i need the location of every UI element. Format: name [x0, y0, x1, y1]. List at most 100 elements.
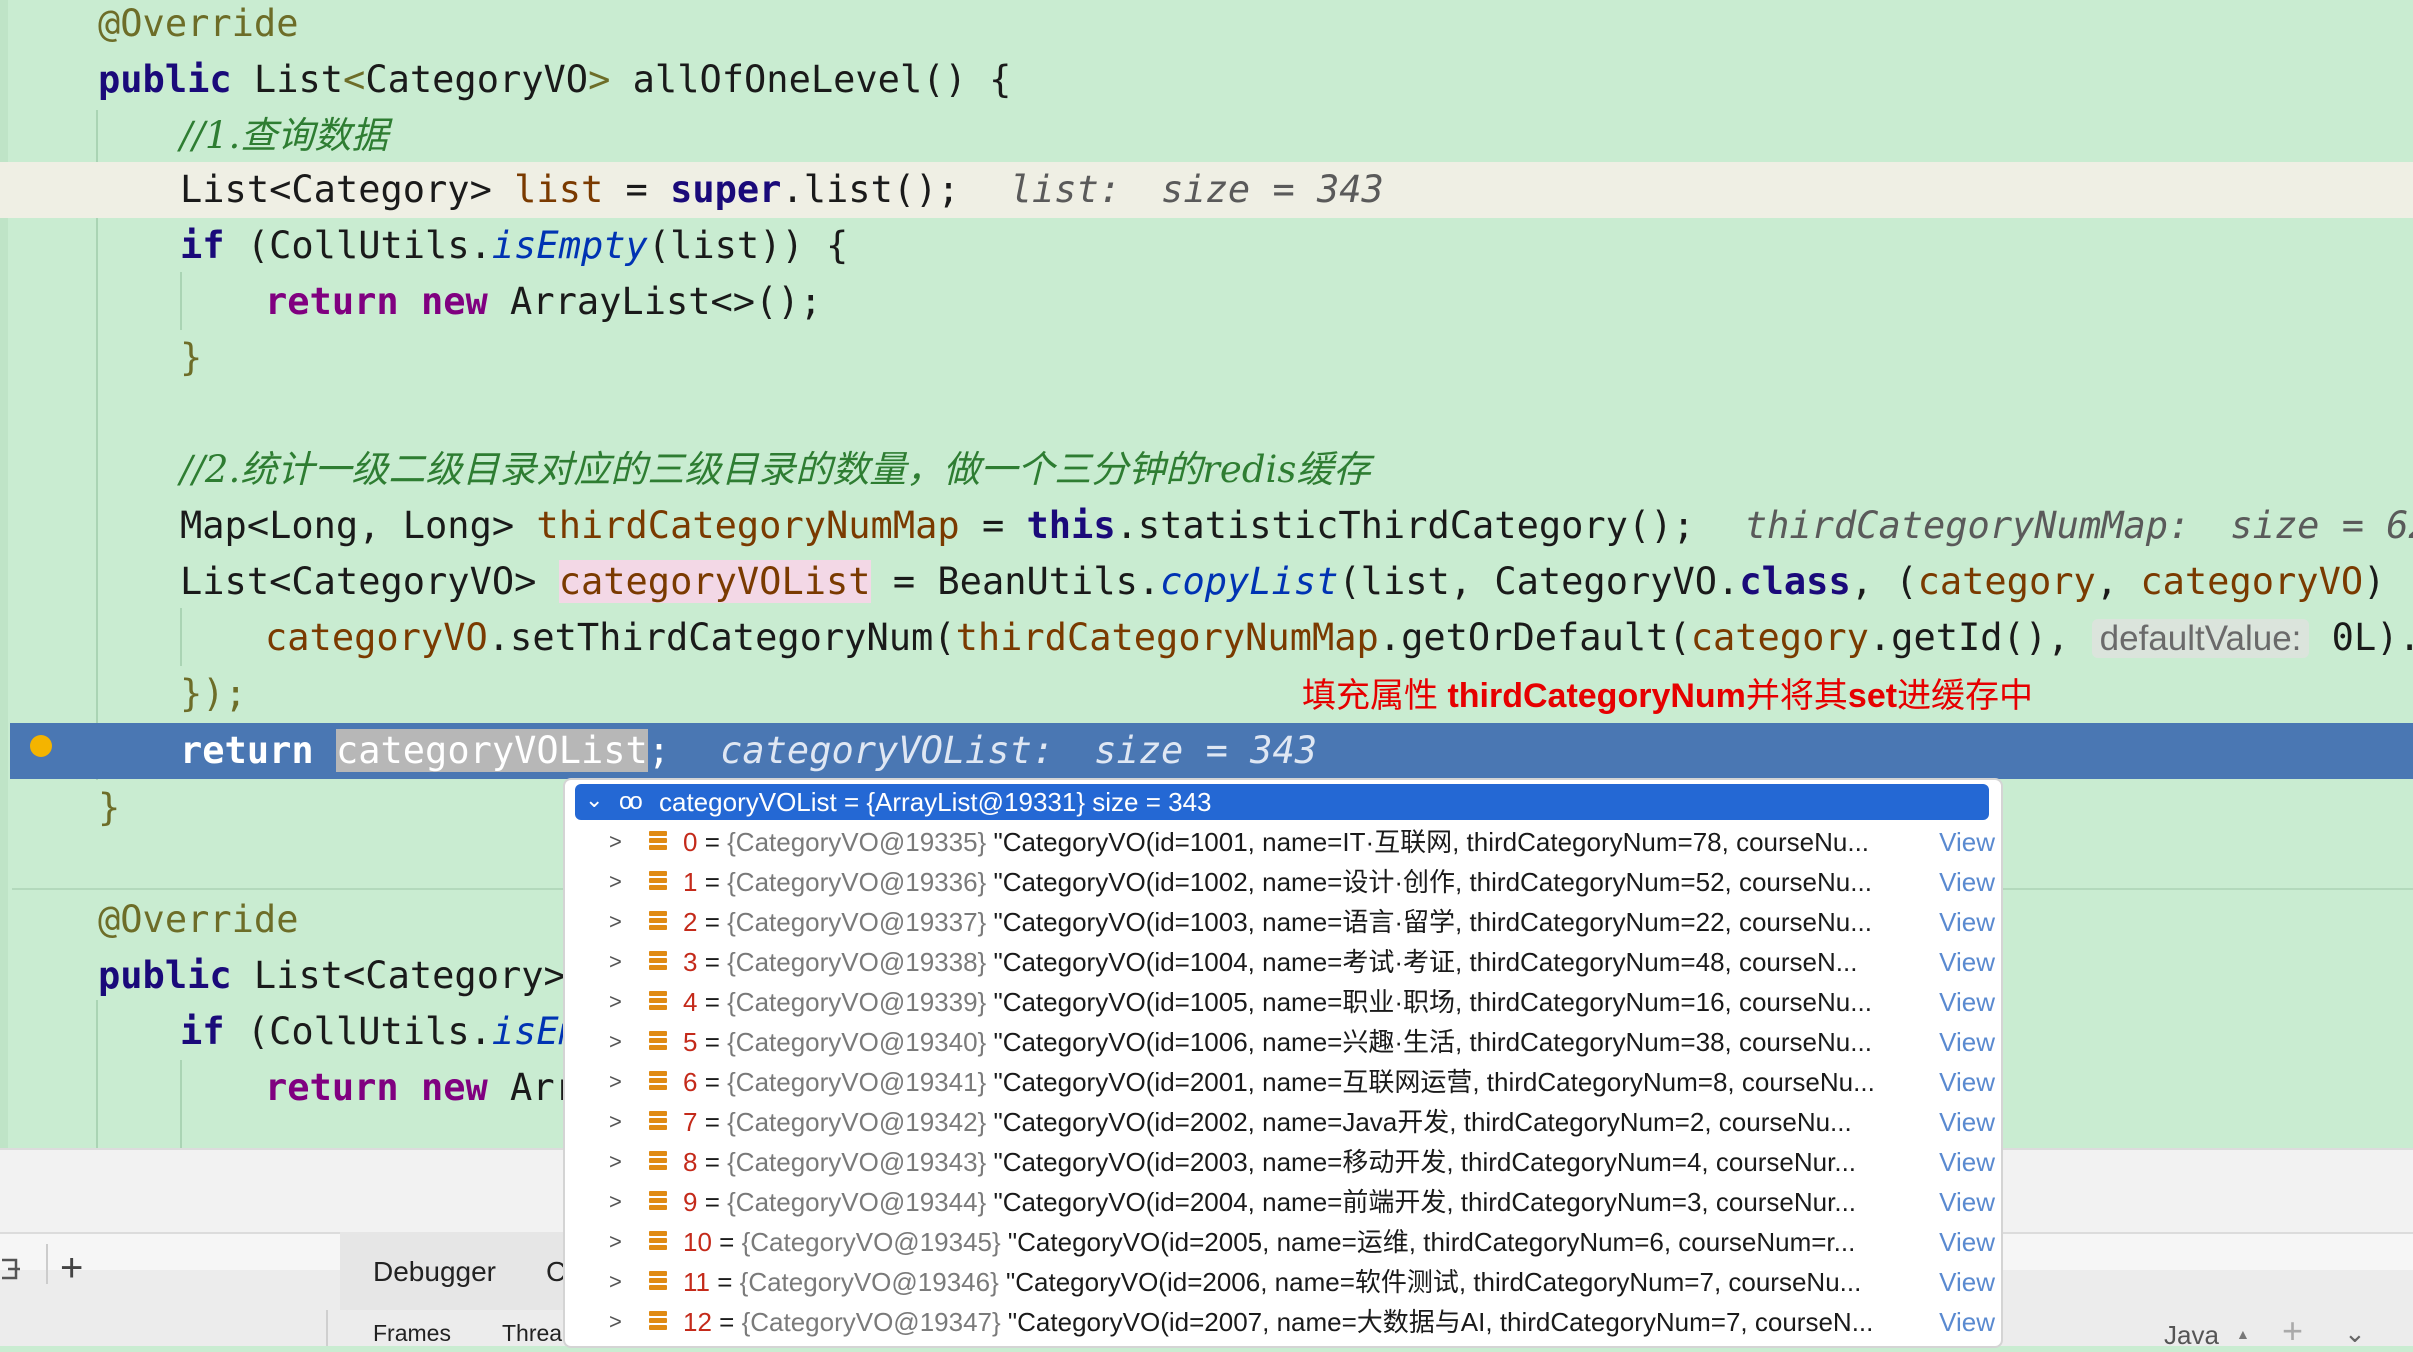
parameter-hint: defaultValue:: [2091, 619, 2310, 658]
chevron-right-icon[interactable]: >: [609, 942, 622, 982]
code-line-13[interactable]: });: [0, 666, 2413, 722]
variable-list: list: [514, 168, 604, 211]
note-text: 进缓存中: [1897, 677, 2034, 715]
keyword-super: super: [670, 168, 782, 211]
list-item-ref: {CategoryVO@19345}: [741, 1227, 1001, 1257]
code-line-2[interactable]: public List<CategoryVO> allOfOneLevel() …: [0, 52, 2413, 108]
add-watch-icon[interactable]: +: [2282, 1310, 2303, 1352]
keyword-return: return: [180, 729, 314, 772]
annotation-override: @Override: [98, 898, 299, 941]
debug-value-popup[interactable]: ⌄ oo categoryVOList = {ArrayList@19331} …: [563, 778, 2003, 1348]
view-link[interactable]: View: [1935, 862, 1995, 902]
chevron-right-icon[interactable]: >: [609, 902, 622, 942]
list-item[interactable]: >2 = {CategoryVO@19337} "CategoryVO(id=1…: [565, 902, 2001, 942]
chevron-down-icon[interactable]: ⌄: [585, 782, 603, 818]
list-item-text: 2 = {CategoryVO@19337} "CategoryVO(id=10…: [683, 907, 1872, 937]
annotation-override: @Override: [98, 2, 299, 45]
view-link[interactable]: View: [1935, 982, 1995, 1022]
code-line-12[interactable]: categoryVO.setThirdCategoryNum(thirdCate…: [0, 610, 2413, 666]
code-text: .getId(),: [1868, 616, 2092, 659]
list-item-text: 0 = {CategoryVO@19335} "CategoryVO(id=10…: [683, 827, 1870, 857]
code-line-1[interactable]: @Override: [0, 0, 2413, 52]
object-field-icon: [649, 1031, 667, 1053]
keyword-public: public: [98, 58, 232, 101]
tab-threads[interactable]: Threa: [502, 1320, 562, 1347]
method-signature: allOfOneLevel() {: [610, 58, 1012, 101]
watch-infinity-icon: oo: [619, 788, 643, 815]
code-line-6[interactable]: return new ArrayList<>();: [0, 274, 2413, 330]
view-link[interactable]: View: [1935, 1302, 1995, 1342]
chevron-down-icon[interactable]: ▲: [2236, 1326, 2250, 1342]
chevron-right-icon[interactable]: >: [609, 822, 622, 862]
list-item[interactable]: >8 = {CategoryVO@19343} "CategoryVO(id=2…: [565, 1142, 2001, 1182]
chevron-down-icon[interactable]: ⌄: [2344, 1318, 2366, 1349]
list-item-value: "CategoryVO(id=1006, name=兴趣·生活, thirdCa…: [993, 1027, 1872, 1057]
list-item-ref: {CategoryVO@19341}: [727, 1067, 987, 1097]
list-item-value: "CategoryVO(id=2007, name=大数据与AI, thirdC…: [1007, 1307, 1874, 1337]
list-item[interactable]: >1 = {CategoryVO@19336} "CategoryVO(id=1…: [565, 862, 2001, 902]
code-line-3[interactable]: //1.查询数据: [0, 108, 2413, 164]
list-item[interactable]: >9 = {CategoryVO@19344} "CategoryVO(id=2…: [565, 1182, 2001, 1222]
keyword-new: new: [420, 280, 488, 323]
list-item[interactable]: >7 = {CategoryVO@19342} "CategoryVO(id=2…: [565, 1102, 2001, 1142]
chevron-right-icon[interactable]: >: [609, 862, 622, 902]
chevron-right-icon[interactable]: >: [609, 1022, 622, 1062]
list-item-ref: {CategoryVO@19347}: [741, 1307, 1001, 1337]
view-link[interactable]: View: [1935, 902, 1995, 942]
list-item[interactable]: >0 = {CategoryVO@19335} "CategoryVO(id=1…: [565, 822, 2001, 862]
list-item[interactable]: >5 = {CategoryVO@19340} "CategoryVO(id=1…: [565, 1022, 2001, 1062]
code-text: =: [959, 504, 1027, 547]
code-text: (list, CategoryVO.: [1338, 560, 1740, 603]
chevron-right-icon[interactable]: >: [609, 1182, 622, 1222]
list-item-value: "CategoryVO(id=1001, name=IT·互联网, thirdC…: [993, 827, 1870, 857]
language-selector[interactable]: Java: [2164, 1320, 2219, 1351]
list-item[interactable]: >12 = {CategoryVO@19347} "CategoryVO(id=…: [565, 1302, 2001, 1342]
chevron-right-icon[interactable]: >: [609, 982, 622, 1022]
popup-root-node[interactable]: ⌄ oo categoryVOList = {ArrayList@19331} …: [575, 784, 1989, 820]
chevron-right-icon[interactable]: >: [609, 1102, 622, 1142]
chevron-right-icon[interactable]: >: [609, 1142, 622, 1182]
object-field-icon: [649, 991, 667, 1013]
code-text: 0L).intVa: [2331, 616, 2413, 659]
add-icon[interactable]: +: [60, 1246, 83, 1291]
view-link[interactable]: View: [1935, 1222, 1995, 1262]
code-text: .getOrDefault(: [1378, 616, 1691, 659]
list-item-index: 9: [683, 1187, 698, 1217]
inline-debug-name: list:: [1009, 168, 1122, 211]
lightbulb-icon[interactable]: [30, 735, 52, 757]
view-link[interactable]: View: [1935, 1182, 1995, 1222]
chevron-right-icon[interactable]: >: [609, 1062, 622, 1102]
view-link[interactable]: View: [1935, 1022, 1995, 1062]
view-link[interactable]: View: [1935, 942, 1995, 982]
list-item[interactable]: >10 = {CategoryVO@19345} "CategoryVO(id=…: [565, 1222, 2001, 1262]
chevron-right-icon[interactable]: >: [609, 1222, 622, 1262]
code-text: ,: [2095, 560, 2141, 603]
code-line-10[interactable]: Map<Long, Long> thirdCategoryNumMap = th…: [0, 498, 2413, 554]
list-item-text: 7 = {CategoryVO@19342} "CategoryVO(id=20…: [683, 1107, 1852, 1137]
tab-frames[interactable]: Frames: [373, 1320, 451, 1347]
chevron-right-icon[interactable]: >: [609, 1302, 622, 1342]
object-field-icon: [649, 871, 667, 893]
view-link[interactable]: View: [1935, 1142, 1995, 1182]
list-item-ref: {CategoryVO@19343}: [727, 1147, 987, 1177]
layout-icon[interactable]: [0, 1252, 30, 1288]
list-item[interactable]: >11 = {CategoryVO@19346} "CategoryVO(id=…: [565, 1262, 2001, 1302]
view-link[interactable]: View: [1935, 1262, 1995, 1302]
code-line-9[interactable]: //2.统计一级二级目录对应的三级目录的数量，做一个三分钟的redis缓存: [0, 442, 2413, 498]
list-item-text: 11 = {CategoryVO@19346} "CategoryVO(id=2…: [683, 1267, 1862, 1297]
execution-line[interactable]: return categoryVOList; categoryVOList: siz…: [10, 723, 2413, 779]
view-link[interactable]: View: [1935, 1102, 1995, 1142]
list-item[interactable]: >3 = {CategoryVO@19338} "CategoryVO(id=1…: [565, 942, 2001, 982]
code-line-11[interactable]: List<CategoryVO> categoryVOList = BeanUt…: [0, 554, 2413, 610]
code-line-7[interactable]: }: [0, 330, 2413, 386]
code-line-5[interactable]: if (CollUtils.isEmpty(list)) {: [0, 218, 2413, 274]
tab-debugger[interactable]: Debugger: [373, 1256, 496, 1288]
view-link[interactable]: View: [1935, 1062, 1995, 1102]
code-line-4[interactable]: List<Category> list = super.list(); list:…: [0, 162, 2413, 218]
chevron-right-icon[interactable]: >: [609, 1262, 622, 1302]
view-link[interactable]: View: [1935, 822, 1995, 862]
list-item[interactable]: >4 = {CategoryVO@19339} "CategoryVO(id=1…: [565, 982, 2001, 1022]
list-item-text: 8 = {CategoryVO@19343} "CategoryVO(id=20…: [683, 1147, 1857, 1177]
list-item-ref: {CategoryVO@19342}: [727, 1107, 987, 1137]
list-item[interactable]: >6 = {CategoryVO@19341} "CategoryVO(id=2…: [565, 1062, 2001, 1102]
